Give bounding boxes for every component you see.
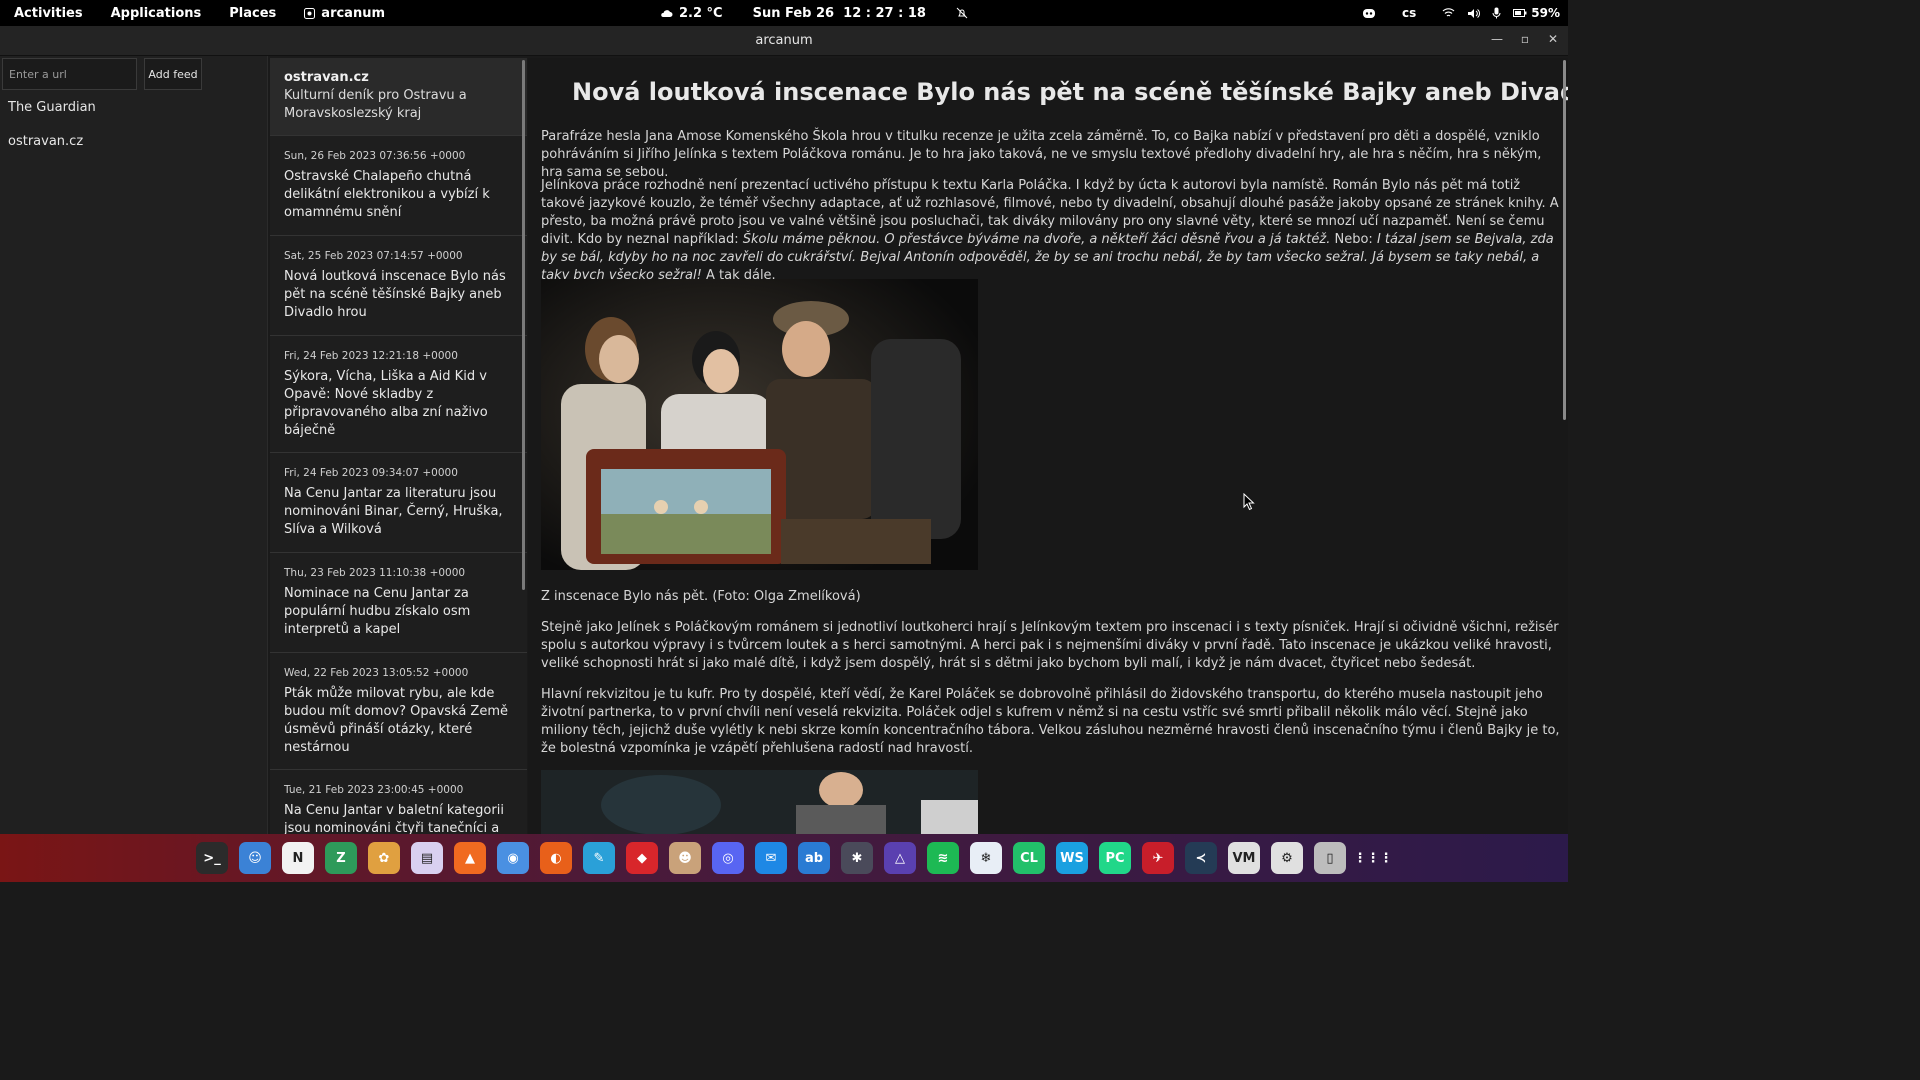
reader-scrollbar[interactable] — [1563, 60, 1566, 420]
terminal-icon[interactable]: >_ — [196, 842, 228, 874]
firefox-icon[interactable]: ◐ — [540, 842, 572, 874]
chromium-icon[interactable]: ◉ — [497, 842, 529, 874]
feed-description: Kulturní deník pro Ostravu a Moravskosle… — [284, 88, 467, 121]
weather-indicator[interactable]: 2.2 °C — [660, 6, 723, 21]
feeds-panel: Add feed The Guardian ostravan.cz — [0, 56, 268, 834]
article-date: Sat, 25 Feb 2023 07:14:57 +0000 — [284, 250, 463, 262]
keyboard-layout[interactable]: cs — [1402, 6, 1416, 20]
battery-icon — [1513, 9, 1527, 17]
articles-scrollbar[interactable] — [522, 60, 525, 590]
article-date: Fri, 24 Feb 2023 12:21:18 +0000 — [284, 350, 458, 362]
discord-icon[interactable]: ◎ — [712, 842, 744, 874]
article-item[interactable]: Fri, 24 Feb 2023 09:34:07 +0000 Na Cenu … — [270, 453, 527, 553]
top-bar: Activities Applications Places arcanum 2… — [0, 0, 1568, 26]
brave-icon[interactable]: ▲ — [454, 842, 486, 874]
add-feed-button[interactable]: Add feed — [144, 58, 202, 90]
document-icon[interactable]: ▤ — [411, 842, 443, 874]
article-title: Na Cenu Jantar v baletní kategorii jsou … — [284, 803, 504, 834]
article-title: Pták může milovat rybu, ale kde budou mí… — [284, 686, 509, 755]
photos-icon[interactable]: ✿ — [368, 842, 400, 874]
article-item[interactable]: Fri, 24 Feb 2023 12:21:18 +0000 Sýkora, … — [270, 336, 527, 453]
vscode-icon[interactable]: ≺ — [1185, 842, 1217, 874]
zeal-icon[interactable]: Z — [325, 842, 357, 874]
settings-icon[interactable]: ✱ — [841, 842, 873, 874]
articles-list[interactable]: ostravan.cz Kulturní deník pro Ostravu a… — [270, 58, 527, 834]
article-date: Fri, 24 Feb 2023 09:34:07 +0000 — [284, 467, 458, 479]
maximize-icon[interactable]: ▫ — [1518, 32, 1532, 46]
feed-site-name: ostravan.cz — [284, 70, 369, 85]
volume-icon[interactable] — [1467, 8, 1481, 19]
webstorm-icon[interactable]: WS — [1056, 842, 1088, 874]
notifications-muted-icon[interactable] — [956, 7, 968, 19]
article-reader[interactable]: Nová loutková inscenace Bylo nás pět na … — [528, 58, 1568, 834]
app-grid-icon[interactable]: ⋮⋮⋮ — [1354, 842, 1393, 874]
feed-item-ostravan[interactable]: ostravan.cz — [8, 134, 83, 149]
feed-header: ostravan.cz Kulturní deník pro Ostravu a… — [270, 58, 527, 136]
app-menu[interactable]: arcanum — [290, 6, 399, 21]
url-input[interactable] — [2, 58, 137, 90]
weather-temp: 2.2 °C — [679, 5, 723, 21]
photo-caption: Z inscenace Bylo nás pět. (Foto: Olga Zm… — [541, 589, 861, 604]
article-title: Sýkora, Vícha, Liška a Aid Kid v Opavě: … — [284, 369, 488, 438]
activities-button[interactable]: Activities — [0, 6, 97, 21]
article-item[interactable]: Sun, 26 Feb 2023 07:36:56 +0000 Ostravsk… — [270, 136, 527, 236]
files-icon[interactable]: ☺ — [239, 842, 271, 874]
article-title: Na Cenu Jantar za literaturu jsou nomino… — [284, 486, 503, 537]
discord-tray-icon[interactable] — [1362, 8, 1376, 19]
minimize-icon[interactable]: — — [1490, 32, 1504, 46]
spotify-icon[interactable]: ≋ — [927, 842, 959, 874]
article-photo — [541, 770, 978, 834]
article-paragraph: Hlavní rekvizitou je tu kufr. Pro ty dos… — [541, 687, 1560, 756]
feather-icon[interactable]: ✎ — [583, 842, 615, 874]
article-item[interactable]: Thu, 23 Feb 2023 11:10:38 +0000 Nominace… — [270, 553, 527, 653]
cloud-icon — [661, 10, 673, 17]
article-heading: Nová loutková inscenace Bylo nás pět na … — [572, 78, 1568, 106]
text-editor-icon[interactable]: ⚙ — [1271, 842, 1303, 874]
article-date: Tue, 21 Feb 2023 23:00:45 +0000 — [284, 784, 464, 796]
vim-icon[interactable]: VM — [1228, 842, 1260, 874]
article-photo — [541, 279, 978, 570]
article-date: Thu, 23 Feb 2023 11:10:38 +0000 — [284, 567, 466, 579]
window-title: arcanum — [755, 33, 813, 48]
feed-item-the-guardian[interactable]: The Guardian — [8, 100, 96, 115]
prism-icon[interactable]: △ — [884, 842, 916, 874]
mouse-cursor-icon — [1243, 493, 1255, 511]
clion-icon[interactable]: CL — [1013, 842, 1045, 874]
trash-icon[interactable]: ▯ — [1314, 842, 1346, 874]
article-title: Nová loutková inscenace Bylo nás pět na … — [284, 269, 506, 320]
article-title: Ostravské Chalapeño chutná delikátní ele… — [284, 169, 490, 220]
article-item[interactable]: Sat, 25 Feb 2023 07:14:57 +0000 Nová lou… — [270, 236, 527, 336]
anydesk-icon[interactable]: ◆ — [626, 842, 658, 874]
article-date: Wed, 22 Feb 2023 13:05:52 +0000 — [284, 667, 469, 679]
article-item[interactable]: Wed, 22 Feb 2023 13:05:52 +0000 Pták můž… — [270, 653, 527, 770]
flatseal-icon[interactable]: ❄ — [970, 842, 1002, 874]
article-title: Nominace na Cenu Jantar za populární hud… — [284, 586, 471, 637]
article-paragraph: Stejně jako Jelínek s Poláčkovým románem… — [541, 620, 1559, 671]
microphone-icon[interactable] — [1492, 7, 1501, 19]
applications-menu[interactable]: Applications — [97, 6, 216, 21]
battery-percent: 59% — [1531, 6, 1560, 20]
battery-indicator[interactable]: 59% — [1513, 6, 1560, 20]
app-name: arcanum — [321, 5, 386, 21]
app-icon — [304, 7, 316, 19]
article-date: Sun, 26 Feb 2023 07:36:56 +0000 — [284, 150, 466, 162]
notion-icon[interactable]: N — [282, 842, 314, 874]
appstore-icon[interactable]: ab — [798, 842, 830, 874]
shutter-icon[interactable]: ✈ — [1142, 842, 1174, 874]
chat-icon[interactable]: ✉ — [755, 842, 787, 874]
article-paragraph: Jelínkova práce rozhodně není prezentací… — [541, 178, 1559, 283]
places-menu[interactable]: Places — [215, 6, 290, 21]
dock: >_ ☺ N Z ✿ ▤ ▲ ◉ ◐ ✎ ◆ ☻ ◎ ✉ ab ✱ △ ≋ ❄ CL WS PC ✈ ≺ VM ⚙ ▯ ⋮⋮⋮ — [0, 834, 1568, 882]
close-icon[interactable]: ✕ — [1546, 32, 1560, 46]
window-titlebar[interactable]: arcanum — ▫ ✕ — [0, 26, 1568, 56]
avatar-app-icon[interactable]: ☻ — [669, 842, 701, 874]
clock[interactable]: Sun Feb 26 12 : 27 : 18 — [753, 6, 926, 21]
article-paragraph: Parafráze hesla Jana Amose Komenského Šk… — [541, 129, 1542, 180]
article-item[interactable]: Tue, 21 Feb 2023 23:00:45 +0000 Na Cenu … — [270, 770, 527, 834]
pycharm-icon[interactable]: PC — [1099, 842, 1131, 874]
wifi-icon[interactable] — [1442, 8, 1455, 18]
